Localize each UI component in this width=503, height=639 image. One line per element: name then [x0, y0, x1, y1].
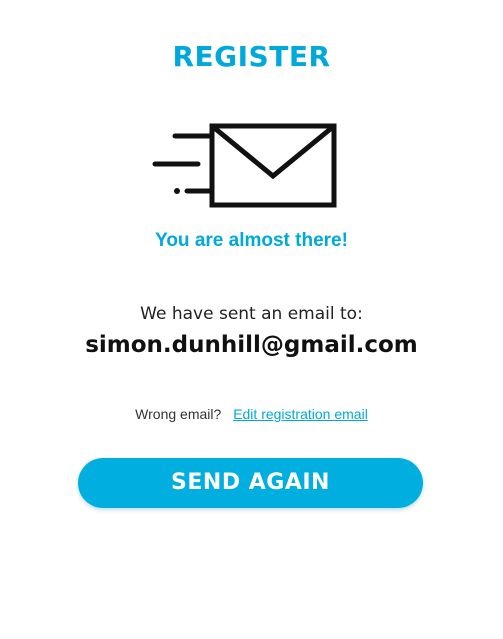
email-address: simon.dunhill@gmail.com — [85, 332, 418, 358]
send-again-button[interactable]: SEND AGAIN — [78, 458, 423, 508]
page-title: REGISTER — [172, 40, 331, 73]
wrong-email-row: Wrong email? Edit registration email — [0, 404, 503, 424]
envelope-icon — [152, 123, 337, 208]
sent-to-label: We have sent an email to: — [140, 304, 363, 324]
status-subtitle: You are almost there! — [155, 230, 348, 251]
edit-registration-email-link[interactable]: Edit registration email — [233, 406, 368, 422]
wrong-email-label: Wrong email? — [135, 406, 222, 422]
